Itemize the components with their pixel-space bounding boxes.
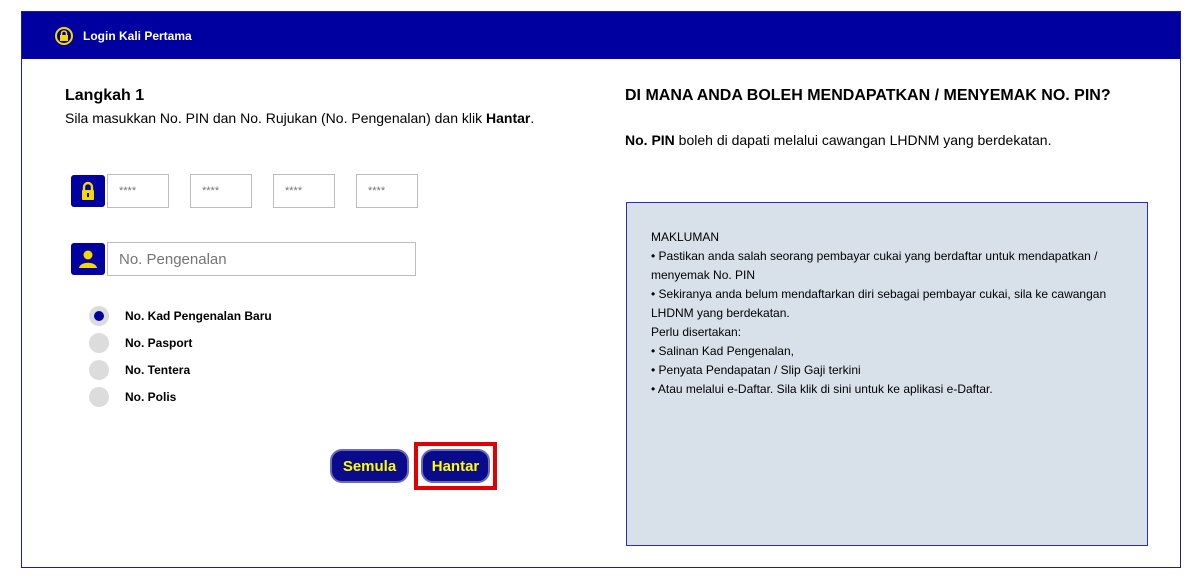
notice-attach-label: Perlu disertakan: xyxy=(651,325,742,339)
login-panel: Login Kali Pertama Langkah 1 Sila masukk… xyxy=(21,11,1181,568)
notice-bullet: • Sekiranya anda belum mendaftarkan diri… xyxy=(651,287,1107,320)
submit-button[interactable]: Hantar xyxy=(421,449,490,483)
pin-input-2[interactable] xyxy=(190,174,252,208)
radio-option[interactable]: No. Pasport xyxy=(89,329,272,356)
pin-input-4[interactable] xyxy=(356,174,418,208)
radio-label: No. Pasport xyxy=(125,335,193,350)
pin-input-1[interactable] xyxy=(107,174,169,208)
pin-input-3[interactable] xyxy=(273,174,335,208)
e-daftar-link[interactable]: • Atau melalui e-Daftar. Sila klik di si… xyxy=(651,380,1123,399)
pin-lock-icon xyxy=(71,175,105,207)
radio-option[interactable]: No. Tentera xyxy=(89,356,272,383)
lock-icon xyxy=(55,26,73,45)
radio-button[interactable] xyxy=(89,386,109,407)
info-title: DI MANA ANDA BOLEH MENDAPATKAN / MENYEMA… xyxy=(625,87,1111,104)
radio-button[interactable] xyxy=(89,305,109,326)
notice-box: MAKLUMAN • Pastikan anda salah seorang p… xyxy=(626,202,1148,546)
step-desc-bold: Hantar xyxy=(486,110,531,126)
id-number-input[interactable] xyxy=(107,242,416,276)
radio-button[interactable] xyxy=(89,359,109,380)
id-row xyxy=(71,242,416,276)
radio-button[interactable] xyxy=(89,332,109,353)
info-sub-bold: No. PIN xyxy=(625,132,675,148)
header-title: Login Kali Pertama xyxy=(83,28,192,43)
radio-label: No. Polis xyxy=(125,389,177,404)
user-icon xyxy=(71,243,105,275)
id-type-radio-group: No. Kad Pengenalan Baru No. Pasport No. … xyxy=(89,302,272,410)
form-buttons: Semula Hantar xyxy=(330,442,497,490)
reset-button[interactable]: Semula xyxy=(330,449,409,483)
notice-bullet: • Pastikan anda salah seorang pembayar c… xyxy=(651,249,1098,282)
radio-label: No. Tentera xyxy=(125,362,191,377)
step-desc-end: . xyxy=(530,110,535,126)
notice-attach-item: • Penyata Pendapatan / Slip Gaji terkini xyxy=(651,363,861,377)
info-subtitle: No. PIN boleh di dapati melalui cawangan… xyxy=(625,132,1165,148)
pin-row xyxy=(71,174,418,208)
notice-attach-item: • Salinan Kad Pengenalan, xyxy=(651,344,794,358)
radio-option[interactable]: No. Polis xyxy=(89,383,272,410)
notice-heading: MAKLUMAN xyxy=(651,230,720,244)
highlight-box: Hantar xyxy=(414,442,497,490)
step-desc-text: Sila masukkan No. PIN dan No. Rujukan (N… xyxy=(65,110,486,126)
step-section: Langkah 1 Sila masukkan No. PIN dan No. … xyxy=(65,87,565,128)
radio-label: No. Kad Pengenalan Baru xyxy=(125,308,272,323)
radio-option[interactable]: No. Kad Pengenalan Baru xyxy=(89,302,272,329)
info-sub-text: boleh di dapati melalui cawangan LHDNM y… xyxy=(674,132,1052,148)
info-section: DI MANA ANDA BOLEH MENDAPATKAN / MENYEMA… xyxy=(625,84,1165,148)
header-bar: Login Kali Pertama xyxy=(22,12,1180,59)
step-title: Langkah 1 xyxy=(65,87,145,104)
step-description: Sila masukkan No. PIN dan No. Rujukan (N… xyxy=(65,109,565,128)
